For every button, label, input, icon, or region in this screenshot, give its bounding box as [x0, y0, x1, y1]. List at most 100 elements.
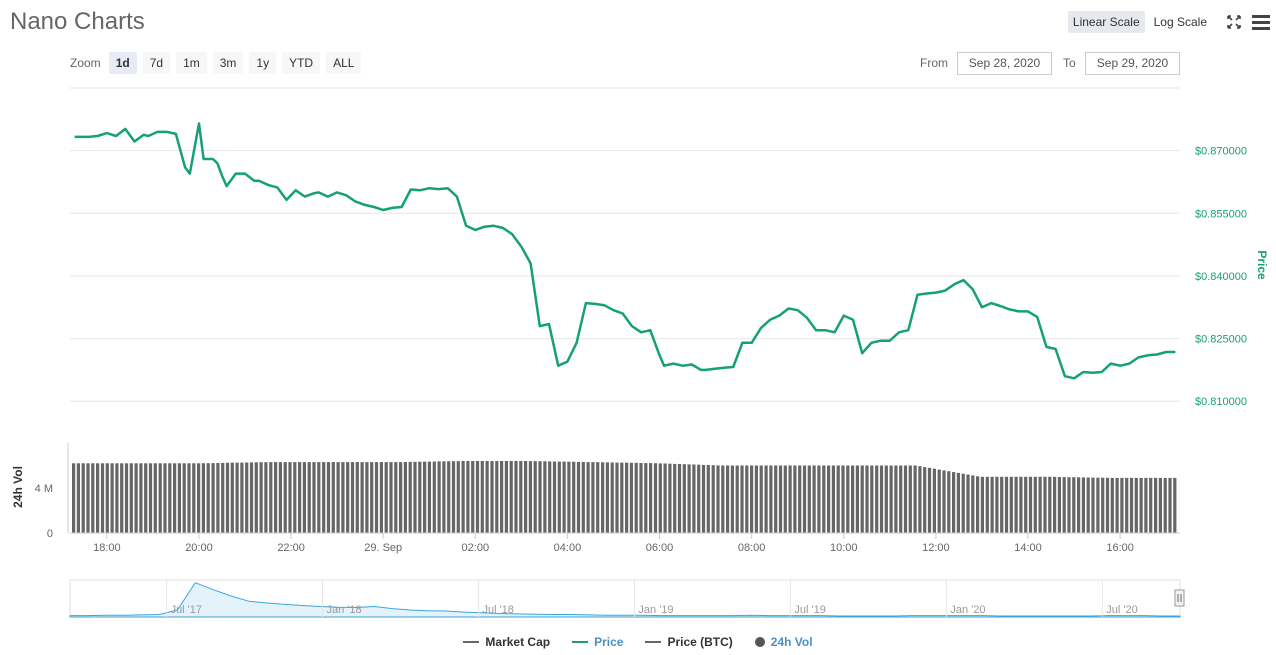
volume-bar	[1014, 476, 1018, 534]
volume-bar	[952, 472, 956, 533]
volume-bar	[1019, 476, 1023, 534]
volume-bar	[591, 462, 595, 533]
volume-bar	[822, 465, 826, 533]
x-tick-label: 12:00	[922, 542, 950, 554]
volume-tick-label: 0	[47, 528, 53, 540]
volume-series	[67, 443, 1180, 534]
navigator-tick-label: Jan '19	[638, 604, 673, 616]
volume-bar	[538, 461, 542, 533]
volume-bar	[259, 462, 263, 533]
volume-bar	[341, 462, 345, 533]
volume-bar	[851, 465, 855, 533]
volume-bar	[807, 465, 811, 533]
volume-bar	[177, 463, 182, 534]
price-tick-label: $0.855000	[1195, 208, 1247, 220]
volume-bar	[413, 461, 417, 533]
volume-bar	[456, 461, 460, 533]
volume-axis-ticks: 0 4 M	[35, 483, 53, 540]
volume-bar	[1062, 477, 1066, 533]
volume-bar	[370, 462, 374, 533]
volume-bar	[937, 469, 941, 533]
volume-bar	[1110, 477, 1114, 533]
volume-bar	[519, 461, 523, 533]
volume-bar	[1149, 477, 1153, 533]
x-tick-label: 02:00	[462, 542, 490, 554]
volume-bar	[697, 464, 701, 533]
volume-bar	[625, 462, 629, 533]
volume-bar	[894, 465, 898, 533]
legend-item[interactable]: Market Cap	[463, 635, 550, 649]
navigator-tick-label: Jan '18	[327, 604, 362, 616]
volume-bar	[153, 463, 157, 534]
volume-bar	[1033, 476, 1037, 534]
volume-bar	[1072, 477, 1076, 533]
volume-bar	[1158, 477, 1163, 533]
volume-bar	[860, 465, 864, 533]
legend-item[interactable]: Price (BTC)	[645, 635, 733, 649]
volume-bar	[942, 470, 946, 533]
legend-label: 24h Vol	[770, 635, 813, 649]
navigator-tick-label: Jul '17	[171, 604, 202, 616]
volume-bar	[793, 465, 797, 533]
volume-bar	[668, 463, 672, 533]
volume-bar	[115, 463, 119, 534]
volume-bar	[836, 465, 840, 533]
volume-bar	[802, 465, 807, 533]
price-tick-label: $0.810000	[1195, 396, 1247, 408]
volume-bar	[740, 465, 744, 533]
volume-axis-title: 24h Vol	[11, 466, 25, 508]
volume-bar	[875, 465, 879, 533]
volume-bar	[1120, 477, 1124, 533]
volume-bar	[240, 462, 244, 533]
volume-bar	[745, 465, 749, 533]
volume-bar	[995, 476, 999, 534]
volume-bar	[644, 463, 648, 533]
volume-bar	[726, 465, 730, 533]
navigator-handle[interactable]	[1174, 589, 1185, 607]
volume-bar	[81, 463, 85, 534]
volume-bar	[1163, 477, 1167, 533]
volume-bar	[302, 462, 307, 533]
price-line	[74, 122, 1176, 380]
volume-bar	[682, 464, 686, 533]
price-tick-label: $0.840000	[1195, 271, 1247, 283]
volume-bar	[163, 463, 167, 534]
volume-bar	[514, 461, 518, 533]
volume-bar	[182, 463, 186, 534]
x-tick-label: 14:00	[1014, 542, 1042, 554]
legend-item[interactable]: 24h Vol	[754, 635, 813, 649]
volume-bar	[461, 461, 465, 533]
volume-bar	[442, 461, 446, 533]
volume-bar	[350, 462, 355, 533]
volume-bar	[451, 461, 456, 533]
volume-bar	[447, 461, 451, 533]
volume-bar	[663, 463, 667, 533]
volume-bar	[639, 463, 643, 533]
volume-bar	[365, 462, 369, 533]
volume-bar	[653, 463, 658, 533]
volume-bar	[278, 462, 283, 533]
volume-bar	[605, 462, 610, 533]
volume-bar	[408, 461, 412, 533]
volume-bar	[216, 463, 220, 533]
volume-bar	[100, 463, 105, 534]
volume-bar	[509, 461, 513, 533]
volume-bar	[283, 462, 287, 533]
volume-bar	[490, 461, 494, 533]
volume-bar	[124, 463, 129, 534]
volume-bar	[649, 463, 653, 533]
price-axis-title: Price	[1255, 250, 1269, 280]
legend-item[interactable]: Price	[572, 635, 623, 649]
volume-bar	[72, 463, 76, 534]
volume-bar	[249, 462, 254, 533]
legend-swatch	[645, 641, 662, 643]
volume-bar	[1053, 476, 1057, 533]
volume-bar	[1173, 477, 1177, 533]
volume-bar	[1105, 477, 1110, 533]
navigator-tick-label: Jul '18	[482, 604, 513, 616]
volume-bar	[976, 476, 980, 533]
volume-bar	[1028, 476, 1033, 534]
volume-bar	[673, 463, 677, 533]
volume-bar	[990, 476, 994, 534]
volume-bar	[913, 465, 917, 533]
